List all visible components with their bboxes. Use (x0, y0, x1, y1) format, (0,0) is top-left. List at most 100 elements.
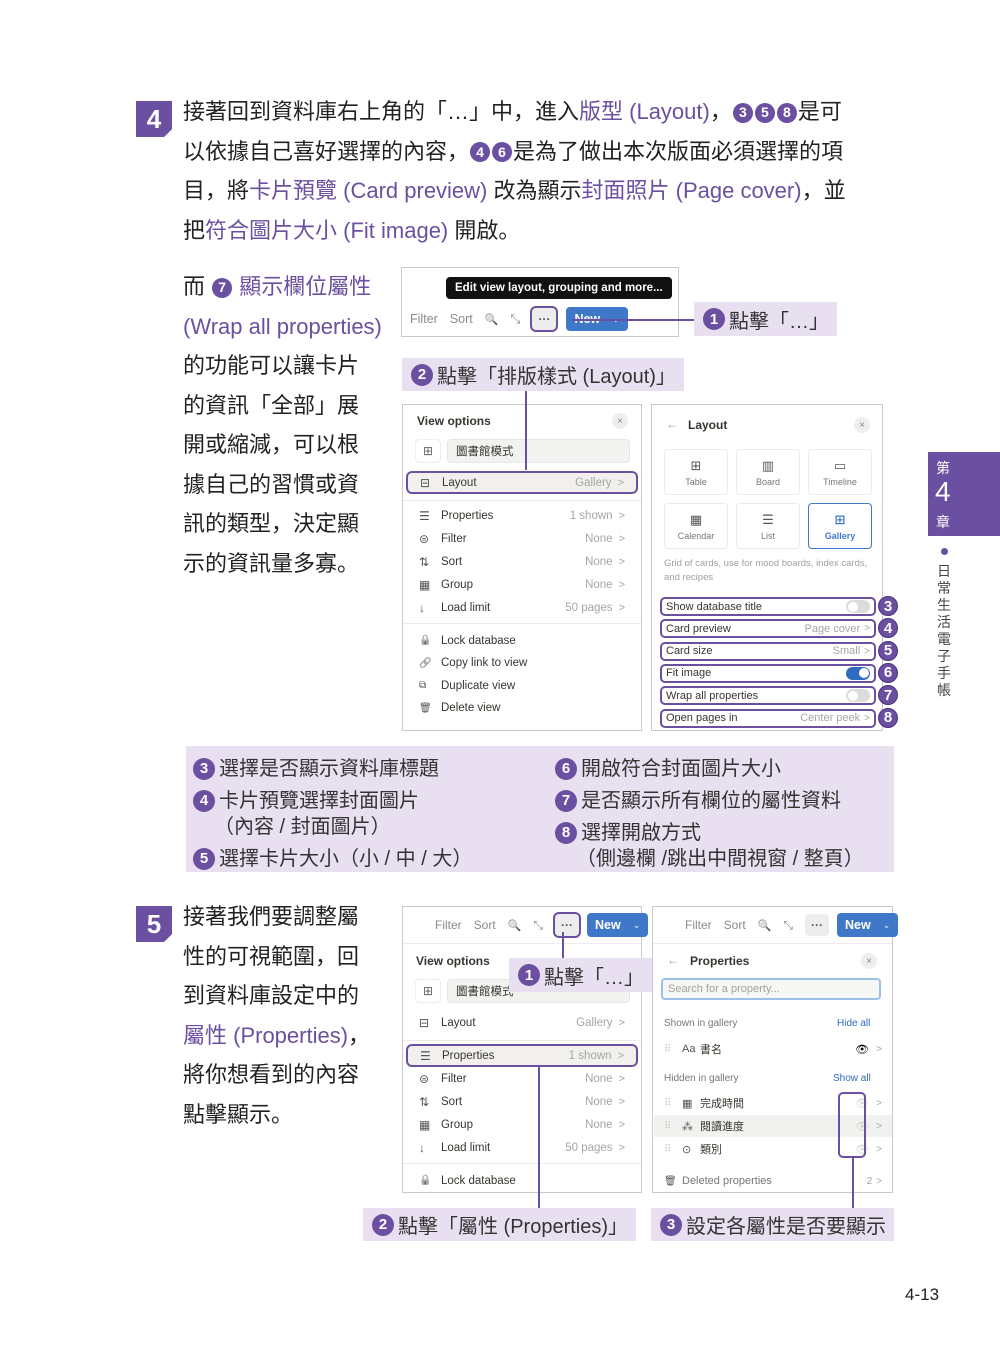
sort-button[interactable]: Sort (724, 918, 746, 932)
chevron-down-icon[interactable]: ⌄ (883, 920, 891, 931)
filter-button[interactable]: Filter (435, 918, 462, 932)
back-arrow-icon[interactable]: ← (666, 417, 678, 431)
drag-handle-icon[interactable]: ⠿ (664, 1121, 682, 1132)
text-segment: 選擇開啟方式 (581, 822, 701, 844)
chapter-tab: 第 4 章 (928, 452, 1000, 536)
menu-item-properties[interactable]: ☰ Properties 1 shown > (403, 504, 641, 527)
expand-icon[interactable]: ⤡ (783, 918, 793, 933)
drag-handle-icon[interactable]: ⠿ (664, 1044, 682, 1055)
property-search-input[interactable]: Search for a property... (661, 978, 881, 1000)
more-options-button[interactable]: ··· (805, 914, 829, 936)
option-card-size[interactable]: Card size Small > (660, 641, 876, 661)
gallery-icon[interactable]: ⊞ (415, 979, 441, 1003)
layout-option-table[interactable]: ⊞ Table (664, 449, 728, 495)
toggle-switch[interactable] (846, 689, 870, 703)
menu-item-load-limit[interactable]: ↓ Load limit 50 pages > (403, 596, 641, 619)
menu-item-load-limit[interactable]: ↓ Load limit 50 pages > (403, 1136, 641, 1159)
menu-label: Load limit (441, 1141, 491, 1154)
show-all-link[interactable]: Show all (833, 1073, 871, 1084)
menu-item-sort[interactable]: ⇅ Sort None > (403, 1090, 641, 1113)
callout-number: 2 (372, 1213, 394, 1236)
new-button[interactable]: New ⌄ (837, 913, 899, 937)
back-arrow-icon[interactable]: ← (667, 953, 679, 967)
layout-option-label: List (760, 530, 775, 541)
menu-item-layout[interactable]: ⊟ Layout Gallery > (406, 471, 638, 494)
new-button[interactable]: New ⌄ (587, 913, 649, 937)
more-options-button[interactable]: ··· (553, 912, 581, 938)
layout-option-list[interactable]: ☰ List (736, 503, 800, 549)
text-line: 以依據自己喜好選擇的內容， 4 6 是為了做出本次版面必須選擇的項 (183, 132, 903, 172)
callout-text: 點擊「屬性 (Properties)」 (398, 1216, 629, 1238)
menu-item-group[interactable]: ▦ Group None > (403, 1113, 641, 1136)
text-segment: 接著回到資料庫右上角的「…」中，進入 (183, 99, 580, 124)
menu-item-lock-database[interactable]: 🔒 Lock database (403, 1169, 641, 1192)
circled-number: 4 (193, 789, 215, 812)
property-row[interactable]: ⠿ Aa 書名 👁 > (654, 1038, 892, 1060)
chevron-down-icon[interactable]: ⌄ (633, 920, 641, 931)
filter-button[interactable]: Filter (410, 312, 438, 326)
option-fit-image[interactable]: Fit image (660, 663, 876, 683)
text-segment: 開啟。 (448, 217, 521, 243)
highlight-text: 封面照片 (Page cover) (581, 178, 802, 203)
option-show-database-title[interactable]: Show database title (660, 597, 876, 616)
expand-icon[interactable]: ⤡ (533, 918, 543, 933)
eye-icon[interactable]: 👁 (852, 1043, 872, 1056)
highlight-text: 版型 (Layout) (579, 99, 710, 124)
chevron-right-icon[interactable]: > (876, 1044, 882, 1055)
sort-button[interactable]: Sort (450, 312, 473, 326)
menu-label: Layout (442, 476, 477, 489)
menu-item-delete-view[interactable]: 🗑 Delete view (403, 697, 641, 720)
menu-item-copy-link-to-view[interactable]: 🔗 Copy link to view (403, 652, 641, 675)
menu-label: Group (441, 1118, 473, 1131)
deleted-properties-row[interactable]: 🗑 Deleted properties 2 > (654, 1170, 892, 1192)
layout-option-calendar[interactable]: ▦ Calendar (664, 503, 728, 549)
search-icon[interactable]: 🔍 (485, 313, 499, 326)
menu-value: 50 pages (565, 601, 613, 614)
menu-label: Load limit (441, 601, 491, 614)
panel-title: Properties (690, 954, 750, 968)
option-card-preview[interactable]: Card preview Page cover > (660, 619, 876, 639)
close-icon[interactable]: × (861, 953, 877, 969)
gallery-icon[interactable]: ⊞ (415, 439, 441, 463)
menu-item-filter[interactable]: ⊜ Filter None > (403, 1067, 641, 1090)
layout-option-timeline[interactable]: ▭ Timeline (808, 449, 872, 495)
text-segment: 的功能可以讓卡片 (183, 353, 360, 378)
expand-icon[interactable]: ⤡ (510, 312, 520, 327)
text-line: 將你想看到的內容 (183, 1055, 383, 1095)
text-segment: ， (709, 99, 732, 124)
menu-item-group[interactable]: ▦ Group None > (403, 573, 641, 596)
layout-option-board[interactable]: ▥ Board (736, 449, 800, 495)
sort-button[interactable]: Sort (474, 918, 496, 932)
toggle-switch[interactable] (846, 600, 870, 613)
layout-option-gallery[interactable]: ⊞ Gallery (808, 503, 872, 549)
circled-number: 4 (470, 142, 491, 163)
menu-item-sort[interactable]: ⇅ Sort None > (403, 550, 641, 573)
hide-all-link[interactable]: Hide all (837, 1018, 870, 1029)
toggle-switch[interactable] (846, 666, 870, 680)
menu-icon: ↓ (419, 600, 425, 615)
close-icon[interactable]: × (854, 417, 870, 433)
menu-item-duplicate-view[interactable]: ⧉ Duplicate view (403, 674, 641, 697)
option-value: Small (832, 645, 861, 658)
option-wrap-all-properties[interactable]: Wrap all properties (660, 686, 876, 706)
title-char: 子 (937, 648, 951, 664)
filter-button[interactable]: Filter (685, 918, 712, 932)
menu-item-filter[interactable]: ⊜ Filter None > (403, 527, 641, 550)
text-line: 接著我們要調整屬 (183, 897, 383, 937)
callout-click-layout: 2 點擊「排版樣式 (Layout)」 (402, 358, 684, 391)
search-icon[interactable]: 🔍 (758, 919, 772, 932)
option-open-pages-in[interactable]: Open pages in Center peek > (660, 708, 876, 728)
close-icon[interactable]: × (612, 413, 628, 429)
chevron-right-icon[interactable]: > (876, 1121, 882, 1132)
menu-item-layout[interactable]: ⊟ Layout Gallery > (403, 1011, 641, 1034)
more-options-button[interactable]: ··· (530, 306, 559, 332)
chevron-right-icon[interactable]: > (876, 1098, 882, 1109)
chevron-right-icon[interactable]: > (876, 1144, 882, 1155)
view-name-input[interactable]: 圖書館模式 (447, 439, 630, 463)
menu-item-lock-database[interactable]: 🔒 Lock database (403, 629, 641, 652)
search-icon[interactable]: 🔍 (508, 919, 522, 932)
drag-handle-icon[interactable]: ⠿ (664, 1144, 682, 1155)
menu-icon: ☰ (419, 508, 430, 523)
drag-handle-icon[interactable]: ⠿ (664, 1098, 682, 1109)
menu-item-properties[interactable]: ☰ Properties 1 shown > (406, 1044, 638, 1067)
